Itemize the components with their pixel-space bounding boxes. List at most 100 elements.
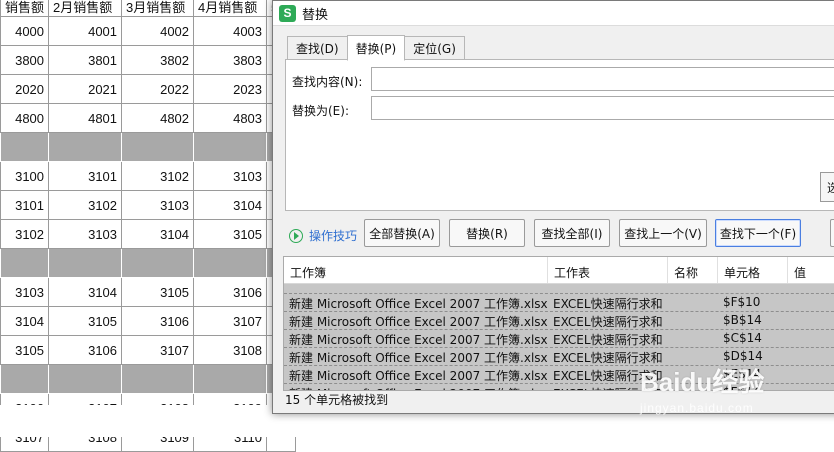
tips-link[interactable]: 操作技巧 — [289, 227, 357, 244]
sheet-cell[interactable]: 3101 — [0, 190, 50, 220]
sheet-cell[interactable] — [121, 364, 195, 394]
sheet-cell[interactable]: 3105 — [48, 306, 123, 336]
sheet-cell[interactable]: 3108 — [193, 335, 268, 365]
sheet-cell[interactable]: 2023 — [193, 74, 268, 104]
sheet-cell[interactable]: 3107 — [193, 306, 268, 336]
sheet-cell[interactable]: 3105 — [0, 335, 50, 365]
options-button[interactable]: 选 — [820, 172, 834, 202]
result-sheet: EXCEL快速隔行求和 — [553, 351, 663, 365]
sheet-cell[interactable]: 3104 — [121, 219, 195, 249]
result-row[interactable]: 新建 Microsoft Office Excel 2007 工作簿.xlsxE… — [284, 294, 834, 312]
result-row[interactable]: 新建 Microsoft Office Excel 2007 工作簿.xlsxE… — [284, 330, 834, 348]
result-name — [668, 312, 718, 329]
sheet-cell[interactable]: 3802 — [121, 45, 195, 75]
sheet-cell[interactable] — [193, 364, 268, 394]
sheet-cell[interactable]: 4800 — [0, 103, 50, 133]
result-name — [668, 330, 718, 347]
replace-label: 替换为(E): — [292, 104, 349, 118]
tab-replace[interactable]: 替换(P) — [346, 35, 406, 61]
sheet-cell[interactable]: 3105 — [121, 277, 195, 307]
sheet-cell[interactable]: 3106 — [193, 277, 268, 307]
tab-goto[interactable]: 定位(G) — [404, 36, 465, 60]
sheet-cell[interactable]: 4002 — [121, 16, 195, 46]
sheet-cell[interactable]: 4003 — [193, 16, 268, 46]
sheet-cell[interactable]: 3803 — [193, 45, 268, 75]
sheet-cell[interactable]: 3800 — [0, 45, 50, 75]
sheet-cell[interactable]: 3102 — [48, 190, 123, 220]
result-row[interactable]: 新建 Microsoft Office Excel 2007 工作簿.xlsxE… — [284, 348, 834, 366]
result-value — [788, 294, 834, 311]
wps-app-icon: S — [279, 4, 296, 22]
find-all-button[interactable]: 查找全部(I) — [534, 219, 610, 247]
sheet-cell[interactable]: 3102 — [121, 161, 195, 191]
dialog-tabs: 查找(D) 替换(P) 定位(G) — [287, 35, 465, 61]
sheet-cell[interactable]: 3104 — [48, 277, 123, 307]
sheet-cell[interactable]: 4803 — [193, 103, 268, 133]
sheet-cell[interactable]: 3101 — [48, 161, 123, 191]
sheet-cell[interactable]: 3801 — [48, 45, 123, 75]
sheet-cell[interactable]: 3103 — [121, 190, 195, 220]
col-workbook[interactable]: 工作簿 — [284, 257, 548, 283]
result-row[interactable]: 新建 Microsoft Office Excel 2007 工作簿.xlsxE… — [284, 384, 834, 390]
find-next-button[interactable]: 查找下一个(F) — [715, 219, 801, 247]
sheet-cell[interactable] — [48, 248, 123, 278]
result-cell: $C$14 — [723, 331, 762, 345]
sheet-cell[interactable]: 4000 — [0, 16, 50, 46]
sheet-cell[interactable]: 3106 — [121, 306, 195, 336]
col-value[interactable]: 值 — [788, 257, 834, 283]
sheet-cell[interactable]: 3103 — [48, 219, 123, 249]
replace-all-button[interactable]: 全部替换(A) — [364, 219, 440, 247]
col-worksheet[interactable]: 工作表 — [548, 257, 668, 283]
sheet-cell[interactable] — [193, 132, 268, 162]
result-row[interactable]: 新建 Microsoft Office Excel 2007 工作簿.xlsxE… — [284, 312, 834, 330]
result-book: 新建 Microsoft Office Excel 2007 工作簿.xlsx — [289, 297, 548, 311]
sheet-cell[interactable] — [48, 132, 123, 162]
column-header[interactable]: 4月销售额 — [193, 0, 268, 17]
sheet-cell[interactable] — [0, 132, 50, 162]
result-book: 新建 Microsoft Office Excel 2007 工作簿.xlsx — [289, 369, 548, 383]
replace-input[interactable] — [371, 96, 834, 120]
sheet-row — [0, 132, 297, 162]
sheet-cell[interactable] — [121, 132, 195, 162]
sheet-cell[interactable]: 3105 — [193, 219, 268, 249]
results-list[interactable]: 工作簿 工作表 名称 单元格 值 新建 Microsoft Office Exc… — [283, 256, 834, 391]
sheet-cell[interactable] — [48, 364, 123, 394]
sheet-cell[interactable]: 3100 — [0, 161, 50, 191]
sheet-cell[interactable] — [193, 248, 268, 278]
sheet-cell[interactable]: 3103 — [193, 161, 268, 191]
sheet-cell[interactable]: 3106 — [48, 335, 123, 365]
sheet-cell[interactable]: 3104 — [193, 190, 268, 220]
sheet-cell[interactable]: 4001 — [48, 16, 123, 46]
sheet-cell[interactable]: 4802 — [121, 103, 195, 133]
column-header[interactable]: 2月销售额 — [48, 0, 123, 17]
sheet-row: 3104 3105 3106 3107 — [0, 306, 297, 336]
close-button-partial[interactable] — [830, 219, 834, 247]
result-row[interactable]: 新建 Microsoft Office Excel 2007 工作簿.xlsxE… — [284, 366, 834, 384]
result-sheet: EXCEL快速隔行求和 — [553, 333, 663, 347]
sheet-row: 3102 3103 3104 3105 — [0, 219, 297, 249]
find-previous-button[interactable]: 查找上一个(V) — [619, 219, 707, 247]
result-value — [788, 330, 834, 347]
dialog-titlebar[interactable]: S 替换 — [273, 1, 834, 26]
column-header[interactable]: 3月销售额 — [121, 0, 195, 17]
replace-dialog: S 替换 查找(D) 替换(P) 定位(G) 查找内容(N): 替换为(E): … — [272, 0, 834, 414]
sheet-cell[interactable]: 4801 — [48, 103, 123, 133]
tab-find[interactable]: 查找(D) — [287, 36, 348, 60]
sheet-cell[interactable] — [0, 364, 50, 394]
sheet-cell[interactable]: 3104 — [0, 306, 50, 336]
col-cell[interactable]: 单元格 — [718, 257, 788, 283]
sheet-cell[interactable]: 3107 — [121, 335, 195, 365]
sheet-cell[interactable]: 3103 — [0, 277, 50, 307]
result-name — [668, 384, 718, 390]
sheet-cell[interactable] — [121, 248, 195, 278]
sheet-cell[interactable]: 2022 — [121, 74, 195, 104]
sheet-cell[interactable]: 3102 — [0, 219, 50, 249]
sheet-cell[interactable]: 2020 — [0, 74, 50, 104]
sheet-cell[interactable]: 2021 — [48, 74, 123, 104]
sheet-cell[interactable] — [0, 248, 50, 278]
replace-button[interactable]: 替换(R) — [449, 219, 525, 247]
column-header[interactable]: 销售额 — [0, 0, 50, 17]
find-input[interactable] — [371, 67, 834, 91]
col-name[interactable]: 名称 — [668, 257, 718, 283]
sheet-row — [0, 248, 297, 278]
